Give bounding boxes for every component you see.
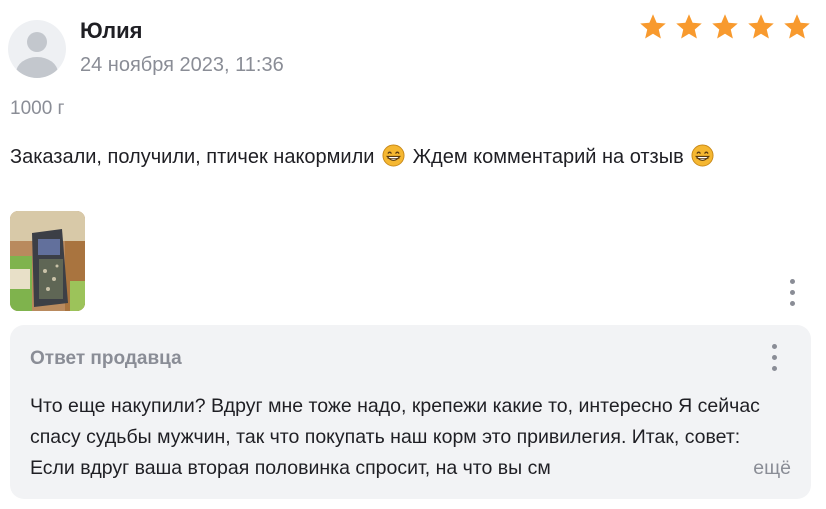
review-text: Заказали, получили, птичек накормили Жде… xyxy=(10,142,800,172)
seller-reply-title: Ответ продавца xyxy=(30,348,182,369)
avatar xyxy=(8,20,66,78)
seller-reply-block: Ответ продавца Что еще накупили? Вдруг м… xyxy=(10,325,811,499)
reply-show-more-link[interactable]: ещё xyxy=(751,453,791,484)
star-icon xyxy=(748,14,774,39)
rating-stars xyxy=(638,12,812,42)
review-more-options-icon[interactable] xyxy=(785,279,799,306)
grinning-face-icon xyxy=(691,144,714,167)
reply-more-options-icon[interactable] xyxy=(767,344,781,371)
avatar-head-shape xyxy=(27,32,47,52)
author-name: Юлия xyxy=(80,18,143,43)
review-photo-thumbnail[interactable] xyxy=(10,211,85,311)
star-icon xyxy=(784,14,810,39)
review-text-part1: Заказали, получили, птичек накормили xyxy=(10,146,375,168)
review-text-part2: Ждем комментарий на отзыв xyxy=(412,146,684,168)
star-icon xyxy=(712,14,738,39)
product-photo-image xyxy=(10,211,85,311)
grinning-face-icon xyxy=(382,144,405,167)
product-variant: 1000 г xyxy=(10,98,65,119)
star-icon xyxy=(676,14,702,39)
star-icon xyxy=(640,14,666,39)
avatar-body-shape xyxy=(16,57,58,78)
review-date: 24 ноября 2023, 11:36 xyxy=(80,54,284,76)
